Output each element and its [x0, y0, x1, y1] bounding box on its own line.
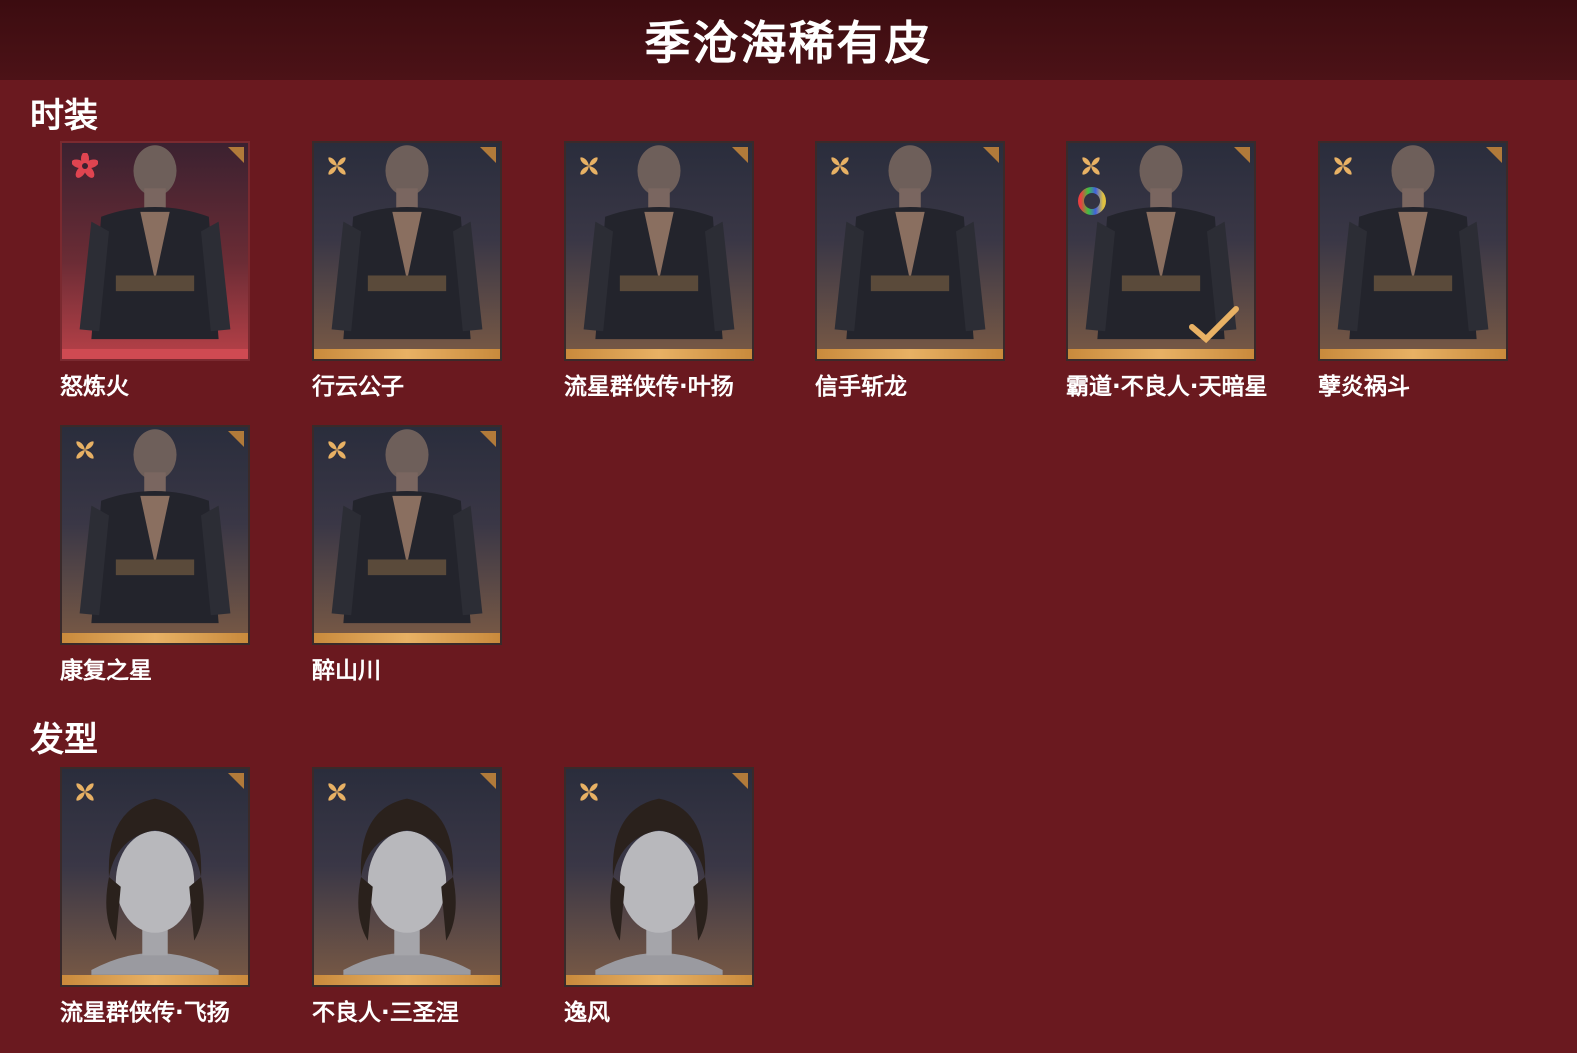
skin-name: 不良人·三圣涅 [312, 1000, 459, 1026]
skin-item[interactable]: 霸道·不良人·天暗星 [1066, 141, 1318, 401]
skin-name: 孽炎祸斗 [1318, 374, 1410, 400]
gold-flower-icon [576, 153, 602, 179]
rarity-bar [314, 349, 500, 359]
gold-flower-icon [324, 437, 350, 463]
skin-item[interactable]: 流星群侠传·叶扬 [564, 141, 816, 401]
rarity-bar [62, 633, 248, 643]
skin-name: 流星群侠传·飞扬 [60, 1000, 230, 1026]
owned-check-icon [1188, 305, 1240, 345]
gold-flower-icon [72, 779, 98, 805]
skin-thumbnail[interactable] [312, 425, 502, 645]
skin-thumbnail[interactable] [564, 141, 754, 361]
skin-thumbnail[interactable] [1318, 141, 1508, 361]
gold-flower-icon [576, 779, 602, 805]
skin-thumbnail[interactable] [815, 141, 1005, 361]
skin-item[interactable]: 不良人·三圣涅 [312, 767, 564, 1027]
rarity-bar [817, 349, 1003, 359]
skin-thumbnail[interactable] [60, 767, 250, 987]
gold-flower-icon [324, 779, 350, 805]
corner-tag-icon [480, 147, 496, 163]
page-title: 季沧海稀有皮 [644, 16, 933, 70]
red-flower-icon [71, 152, 99, 179]
skin-item[interactable]: 信手斩龙 [815, 141, 1067, 401]
skin-name: 康复之星 [60, 658, 152, 684]
skin-name: 怒炼火 [60, 374, 129, 400]
gold-flower-icon [1330, 153, 1356, 179]
corner-tag-icon [983, 147, 999, 163]
dye-ring-icon [1076, 185, 1108, 217]
gold-flower-icon [72, 437, 98, 463]
corner-tag-icon [480, 431, 496, 447]
skin-name: 醉山川 [312, 658, 381, 684]
rarity-bar [1320, 349, 1506, 359]
skin-item[interactable]: 行云公子 [312, 141, 564, 401]
skin-item[interactable]: 流星群侠传·飞扬 [60, 767, 312, 1027]
skin-thumbnail[interactable] [312, 767, 502, 987]
skin-item[interactable]: 怒炼火 [60, 141, 312, 401]
corner-tag-icon [480, 773, 496, 789]
rarity-bar [1068, 349, 1254, 359]
skin-item[interactable]: 逸风 [564, 767, 816, 1027]
corner-tag-icon [228, 147, 244, 163]
corner-tag-icon [732, 773, 748, 789]
skin-thumbnail[interactable] [564, 767, 754, 987]
rarity-bar [314, 975, 500, 985]
rarity-bar [62, 349, 248, 359]
corner-tag-icon [1234, 147, 1250, 163]
rarity-bar [566, 975, 752, 985]
gold-flower-icon [827, 153, 853, 179]
skin-name: 流星群侠传·叶扬 [564, 374, 734, 400]
skin-thumbnail[interactable] [1066, 141, 1256, 361]
corner-tag-icon [1486, 147, 1502, 163]
skin-thumbnail[interactable] [60, 425, 250, 645]
skin-name: 霸道·不良人·天暗星 [1066, 374, 1268, 400]
skin-item[interactable]: 醉山川 [312, 425, 564, 685]
rarity-bar [62, 975, 248, 985]
gold-flower-icon [324, 153, 350, 179]
skin-thumbnail[interactable] [312, 141, 502, 361]
skin-item[interactable]: 孽炎祸斗 [1318, 141, 1570, 401]
section-title-hair: 发型 [30, 720, 98, 760]
corner-tag-icon [228, 773, 244, 789]
skin-item[interactable]: 康复之星 [60, 425, 312, 685]
corner-tag-icon [228, 431, 244, 447]
skin-name: 行云公子 [312, 374, 404, 400]
skin-name: 逸风 [564, 1000, 610, 1026]
page-header: 季沧海稀有皮 [0, 0, 1577, 80]
skin-thumbnail[interactable] [60, 141, 250, 361]
corner-tag-icon [732, 147, 748, 163]
rarity-bar [314, 633, 500, 643]
gold-flower-icon [1078, 153, 1104, 179]
section-title-outfits: 时装 [30, 96, 98, 136]
rarity-bar [566, 349, 752, 359]
skin-name: 信手斩龙 [815, 374, 907, 400]
